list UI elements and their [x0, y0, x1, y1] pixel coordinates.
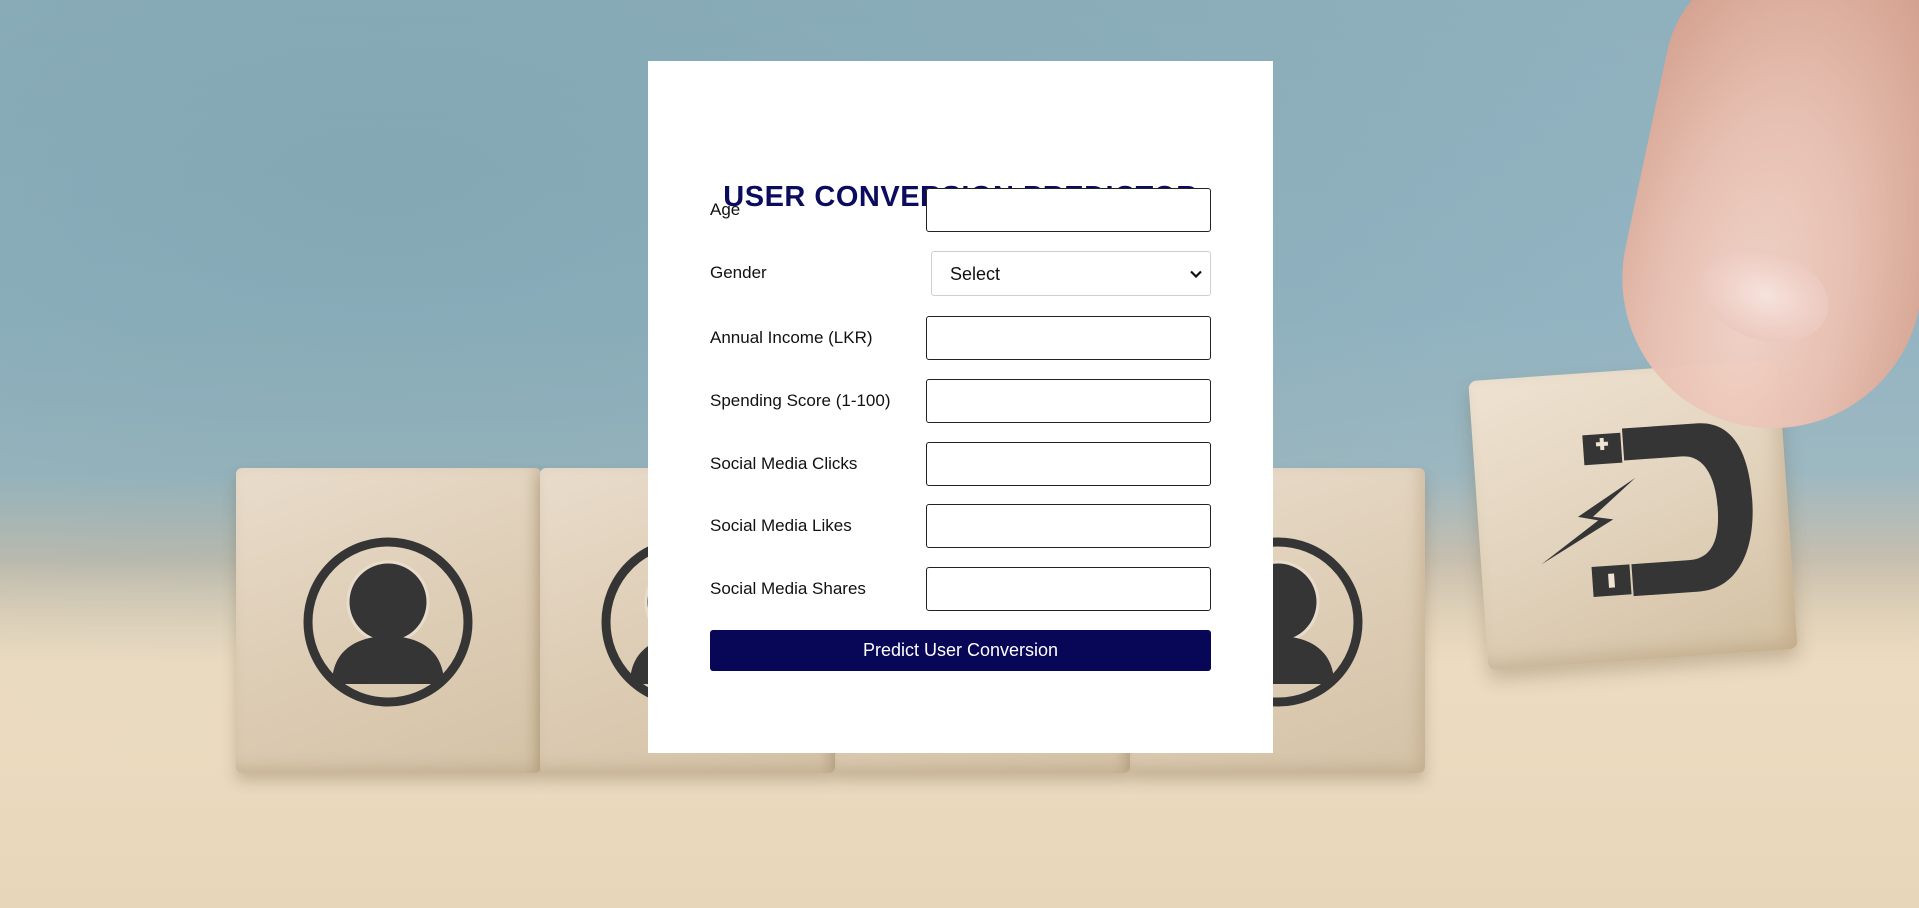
magnet-icon — [1541, 423, 1753, 597]
social-media-clicks-input[interactable] — [926, 442, 1211, 486]
age-row: Age — [710, 188, 1211, 232]
social-media-shares-input[interactable] — [926, 567, 1211, 611]
gender-select-value: Select — [950, 264, 1001, 284]
age-input[interactable] — [926, 188, 1211, 232]
age-label: Age — [710, 200, 741, 219]
social-media-likes-label: Social Media Likes — [710, 516, 852, 535]
social-media-clicks-label: Social Media Clicks — [710, 454, 858, 473]
gender-select[interactable]: Select — [931, 251, 1211, 296]
annual-income-input[interactable] — [926, 316, 1211, 360]
social-media-shares-row: Social Media Shares — [710, 567, 1211, 611]
annual-income-label: Annual Income (LKR) — [710, 328, 873, 347]
social-media-shares-label: Social Media Shares — [710, 579, 866, 598]
wooden-cube-1 — [236, 468, 541, 773]
prediction-form-card: USER CONVERSION PREDICTOR Age Gender Sel… — [648, 61, 1273, 753]
spending-score-input[interactable] — [926, 379, 1211, 423]
predict-user-conversion-button[interactable]: Predict User Conversion — [710, 630, 1211, 671]
person-icon — [302, 536, 474, 708]
spending-score-row: Spending Score (1-100) — [710, 379, 1211, 423]
gender-row: Gender Select — [710, 251, 1211, 296]
social-media-clicks-row: Social Media Clicks — [710, 442, 1211, 486]
spending-score-label: Spending Score (1-100) — [710, 391, 891, 410]
gender-label: Gender — [710, 263, 767, 282]
chevron-down-icon — [1190, 270, 1202, 279]
social-media-likes-row: Social Media Likes — [710, 504, 1211, 548]
annual-income-row: Annual Income (LKR) — [710, 316, 1211, 360]
social-media-likes-input[interactable] — [926, 504, 1211, 548]
